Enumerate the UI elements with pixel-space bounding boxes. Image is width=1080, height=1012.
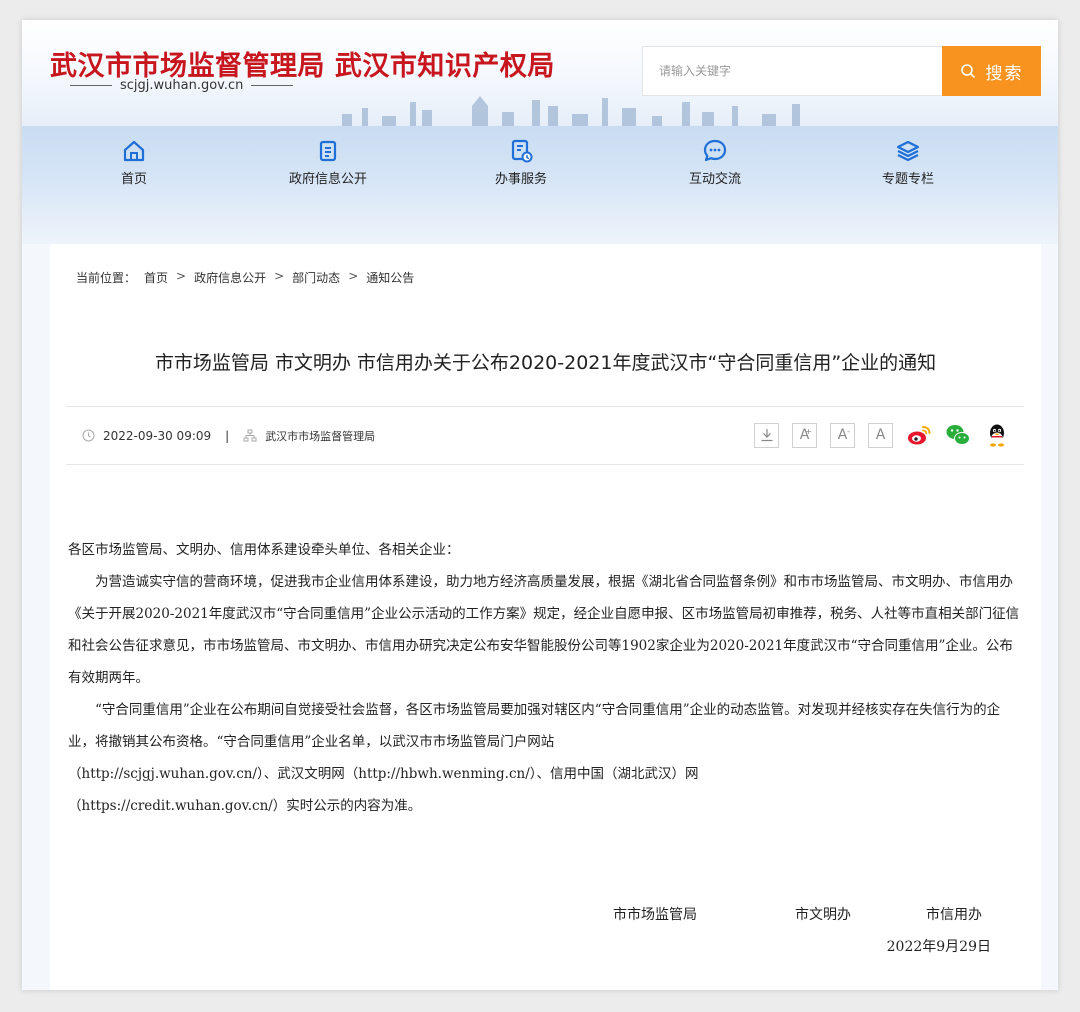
article-links-line: （http://scjgj.wuhan.gov.cn/）、武汉文明网（http:…	[68, 766, 699, 782]
breadcrumb: 当前位置： 首页 > 政府信息公开 > 部门动态 > 通知公告	[76, 269, 414, 286]
nav-item-gov-info[interactable]: 政府信息公开	[263, 138, 393, 187]
nav-item-services[interactable]: 办事服务	[456, 138, 586, 187]
font-size-decrease-button[interactable]: A-	[830, 422, 855, 448]
breadcrumb-item-home[interactable]: 首页	[144, 269, 168, 286]
article-paragraph: “守合同重信用”企业在公布期间自觉接受社会监督，各区市场监管局要加强对辖区内“守…	[68, 702, 1001, 750]
article-tools: A + A- A	[754, 421, 1010, 449]
font-size-reset-button[interactable]: A	[868, 422, 893, 448]
main-nav: 首页 政府信息公开 办事服务 互动交流 专题专栏	[22, 126, 1058, 244]
download-button[interactable]	[754, 422, 779, 448]
font-medium-label: A	[837, 427, 848, 443]
wechat-share-icon[interactable]	[945, 422, 971, 448]
site-header: 武汉市市场监督管理局 武汉市知识产权局 scjgj.wuhan.gov.cn 请…	[22, 20, 1058, 126]
nav-label-gov-info: 政府信息公开	[288, 172, 367, 187]
article-body: 各区市场监管局、文明办、信用体系建设牵头单位、各相关企业： 为营造诚实守信的营商…	[68, 534, 1026, 822]
weibo-share-icon[interactable]	[906, 422, 932, 448]
search-button[interactable]: 搜索	[942, 46, 1041, 96]
nav-label-interaction: 互动交流	[688, 172, 741, 187]
download-icon	[761, 429, 772, 442]
article-meta: 2022-09-30 09:09 | 武汉市市场监督管理局	[82, 407, 375, 464]
article-salutation: 各区市场监管局、文明办、信用体系建设牵头单位、各相关企业：	[68, 542, 460, 558]
service-icon	[511, 139, 533, 163]
nav-label-home: 首页	[120, 172, 147, 187]
domain-line-right	[251, 85, 294, 86]
breadcrumb-item-notices[interactable]: 通知公告	[366, 269, 414, 286]
signature-org: 市市场监管局	[613, 907, 697, 923]
breadcrumb-item-dept-news[interactable]: 部门动态	[292, 269, 340, 286]
nav-item-interaction[interactable]: 互动交流	[650, 138, 780, 187]
article-source: 武汉市市场监督管理局	[265, 429, 376, 443]
minus-icon: -	[847, 426, 850, 436]
breadcrumb-separator: >	[348, 269, 359, 283]
site-domain: scjgj.wuhan.gov.cn	[62, 78, 301, 93]
nav-label-topics: 专题专栏	[881, 172, 934, 187]
org-chart-icon	[243, 429, 257, 442]
nav-label-services: 办事服务	[494, 172, 547, 187]
qq-share-icon[interactable]	[984, 422, 1010, 448]
article-meta-bar: 2022-09-30 09:09 | 武汉市市场监督管理局 A + A - A	[66, 406, 1024, 465]
breadcrumb-separator: >	[176, 269, 187, 283]
font-size-increase-button[interactable]: A +	[792, 422, 817, 448]
article-paragraph: 为营造诚实守信的营商环境，促进我市企业信用体系建设，助力地方经济高质量发展，根据…	[68, 574, 1020, 686]
search-button-label: 搜索	[985, 63, 1024, 84]
publish-date: 2022-09-30 09:09	[103, 428, 212, 443]
article-signature: 市市场监管局 市文明办 市信用办 2022年9月29日	[50, 904, 1041, 984]
domain-line-left	[70, 85, 112, 86]
meta-divider: |	[225, 428, 230, 443]
site-domain-text: scjgj.wuhan.gov.cn	[120, 78, 244, 93]
layers-icon	[896, 140, 920, 162]
clock-icon	[82, 429, 95, 442]
search-input[interactable]: 请输入关键字	[642, 46, 942, 96]
breadcrumb-separator: >	[274, 269, 285, 283]
nav-item-topics[interactable]: 专题专栏	[843, 138, 973, 187]
signature-org: 市文明办	[795, 907, 851, 923]
signature-date: 2022年9月29日	[886, 939, 991, 955]
home-icon	[123, 140, 145, 162]
chat-icon	[703, 139, 727, 162]
page-frame: 武汉市市场监督管理局 武汉市知识产权局 scjgj.wuhan.gov.cn 请…	[22, 20, 1058, 990]
plus-icon: +	[805, 426, 812, 436]
nav-item-home[interactable]: 首页	[69, 138, 199, 187]
signature-org: 市信用办	[926, 907, 982, 923]
article-container: 当前位置： 首页 > 政府信息公开 > 部门动态 > 通知公告 市市场监管局 市…	[50, 244, 1041, 990]
article-title: 市市场监管局 市文明办 市信用办关于公布2020-2021年度武汉市“守合同重信…	[154, 352, 937, 374]
breadcrumb-item-gov-info[interactable]: 政府信息公开	[194, 269, 266, 286]
article-links-line: （https://credit.wuhan.gov.cn/）实时公示的内容为准。	[68, 798, 422, 814]
search-icon	[960, 64, 975, 78]
document-icon	[319, 140, 337, 162]
font-small-label: A	[875, 427, 886, 443]
breadcrumb-prefix: 当前位置：	[76, 271, 137, 285]
